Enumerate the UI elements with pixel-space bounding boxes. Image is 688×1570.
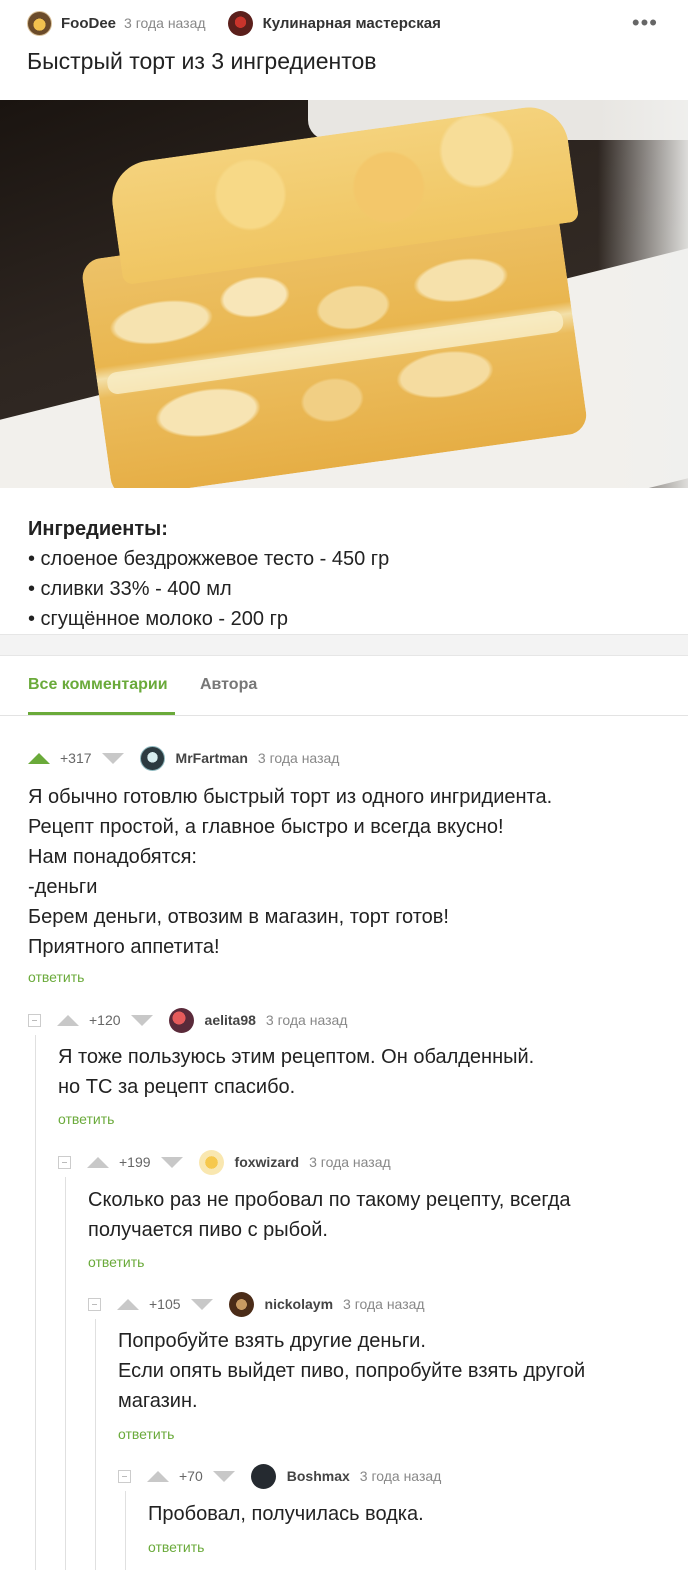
ingredient-item: • сливки 33% - 400 мл	[28, 578, 232, 600]
avatar[interactable]	[168, 1007, 194, 1033]
comment-text: Я обычно готовлю быстрый торт из одного …	[28, 786, 553, 958]
comment-author[interactable]: MrFartman	[176, 750, 248, 766]
collapse-thread-icon[interactable]	[58, 1155, 71, 1169]
ingredient-item: • сгущённое молоко - 200 гр	[28, 608, 288, 630]
downvote-icon[interactable]	[130, 1014, 153, 1026]
comment-header: +70 Boshmax 3 года назад	[118, 1463, 442, 1489]
comment-author[interactable]: foxwizard	[235, 1154, 300, 1170]
ingredient-item: • слоеное бездрожжевое тесто - 450 гр	[28, 548, 390, 570]
reply-link[interactable]: ответить	[88, 1254, 144, 1270]
upvote-icon[interactable]	[28, 752, 50, 764]
upvote-icon[interactable]	[147, 1470, 169, 1482]
avatar[interactable]	[198, 1149, 224, 1175]
community-link[interactable]: Кулинарная мастерская	[227, 10, 441, 36]
tab-author-comments[interactable]: Автора	[200, 676, 257, 694]
collapse-thread-icon[interactable]	[88, 1297, 101, 1311]
thread-line	[35, 1035, 36, 1570]
ingredients-title: Ингредиенты:	[28, 518, 168, 540]
reply-link[interactable]: ответить	[58, 1111, 114, 1127]
post-time: 3 года назад	[124, 15, 206, 31]
comment-author[interactable]: aelita98	[205, 1012, 256, 1028]
comment-score: +317	[60, 750, 92, 766]
downvote-icon[interactable]	[212, 1470, 235, 1482]
avatar[interactable]	[139, 745, 165, 771]
comment-header: +105 nickolaym 3 года назад	[88, 1291, 425, 1317]
reply-link[interactable]: ответить	[148, 1539, 204, 1555]
downvote-icon[interactable]	[190, 1298, 213, 1310]
post-title[interactable]: Быстрый торт из 3 ингредиентов	[27, 48, 377, 75]
comment-header: +199 foxwizard 3 года назад	[58, 1149, 391, 1175]
comment-header: +120 aelita98 3 года назад	[28, 1007, 348, 1033]
comment-text: Попробуйте взять другие деньги. Если опя…	[118, 1330, 586, 1412]
comment-score: +120	[89, 1012, 121, 1028]
downvote-icon[interactable]	[101, 752, 124, 764]
tab-all-comments[interactable]: Все комментарии	[28, 676, 168, 694]
post-author[interactable]: FooDee	[61, 15, 116, 32]
author-avatar[interactable]	[27, 10, 52, 36]
comment-text: Я тоже пользуюсь этим рецептом. Он обалд…	[58, 1046, 535, 1098]
section-divider	[0, 634, 688, 656]
comment-score: +70	[179, 1468, 203, 1484]
post-text: Ингредиенты: • слоеное бездрожжевое тест…	[28, 514, 389, 634]
comment-tabs: Все комментарии Автора	[0, 656, 688, 716]
collapse-thread-icon[interactable]	[118, 1469, 131, 1483]
reply-link[interactable]: ответить	[28, 969, 84, 985]
upvote-icon[interactable]	[57, 1014, 79, 1026]
more-options-icon[interactable]: •••	[632, 12, 658, 34]
comment-time: 3 года назад	[265, 1012, 348, 1028]
community-name: Кулинарная мастерская	[262, 14, 441, 32]
post-header: FooDee 3 года назад Кулинарная мастерска…	[27, 10, 658, 36]
cake-photo	[68, 102, 623, 488]
comment-header: +317 MrFartman 3 года назад	[28, 745, 340, 771]
community-avatar	[227, 10, 253, 36]
comment-time: 3 года назад	[309, 1154, 391, 1170]
thread-line	[125, 1491, 126, 1570]
collapse-thread-icon[interactable]	[28, 1013, 41, 1027]
comment-score: +105	[149, 1296, 181, 1312]
active-tab-indicator	[28, 712, 175, 715]
avatar[interactable]	[228, 1291, 254, 1317]
comment-time: 3 года назад	[359, 1468, 442, 1484]
upvote-icon[interactable]	[117, 1298, 139, 1310]
reply-link[interactable]: ответить	[118, 1426, 174, 1442]
comment-time: 3 года назад	[343, 1296, 425, 1312]
avatar[interactable]	[250, 1463, 276, 1489]
thread-line	[95, 1319, 96, 1570]
comment-score: +199	[119, 1154, 151, 1170]
comment-author[interactable]: Boshmax	[287, 1468, 350, 1484]
post-image[interactable]	[0, 100, 688, 488]
comment-author[interactable]: nickolaym	[265, 1296, 333, 1312]
comment-time: 3 года назад	[257, 750, 340, 766]
comment-text: Пробовал, получилась водка.	[148, 1503, 424, 1525]
comment-text: Сколько раз не пробовал по такому рецепт…	[88, 1189, 571, 1241]
upvote-icon[interactable]	[87, 1156, 109, 1168]
downvote-icon[interactable]	[160, 1156, 183, 1168]
thread-line	[65, 1177, 66, 1570]
